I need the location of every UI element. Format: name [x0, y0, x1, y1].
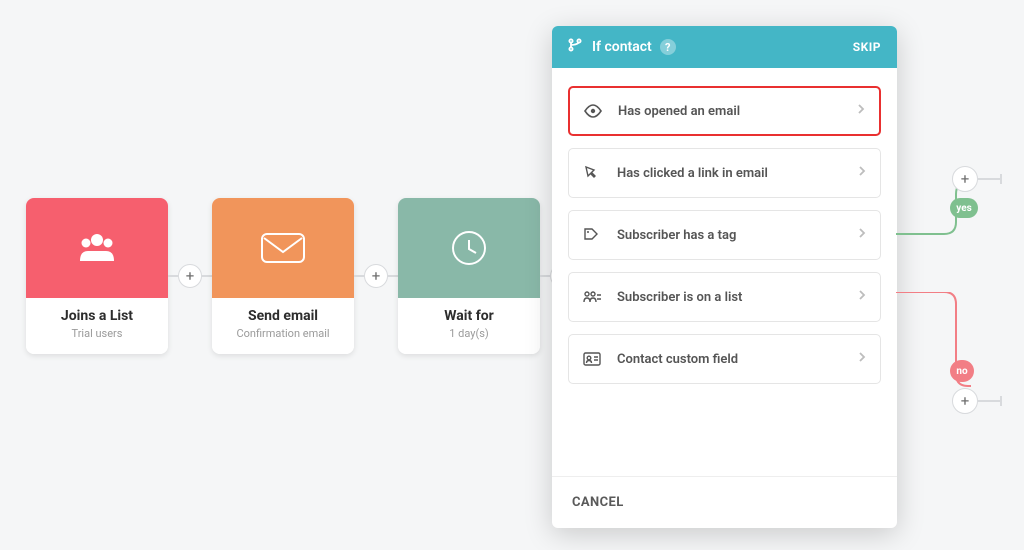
option-subscriber-has-tag[interactable]: Subscriber has a tag — [568, 210, 881, 260]
add-branch-no-button[interactable]: + — [952, 388, 978, 414]
connector: + — [168, 264, 212, 288]
option-label: Subscriber has a tag — [617, 228, 736, 243]
branch-no-badge: no — [950, 360, 974, 382]
condition-modal: If contact ? SKIP Has opened an email — [552, 26, 897, 528]
help-icon[interactable]: ? — [660, 39, 676, 55]
id-card-icon — [583, 352, 607, 366]
chevron-right-icon — [858, 227, 866, 243]
chevron-right-icon — [857, 103, 865, 119]
card-subtitle: Confirmation email — [218, 327, 348, 340]
card-label-area: Send email Confirmation email — [212, 298, 354, 354]
cursor-click-icon — [583, 165, 607, 181]
add-step-button[interactable]: + — [364, 264, 388, 288]
option-subscriber-on-list[interactable]: Subscriber is on a list — [568, 272, 881, 322]
card-subtitle: 1 day(s) — [404, 327, 534, 340]
option-label: Has opened an email — [618, 104, 740, 119]
cancel-button[interactable]: CANCEL — [572, 495, 624, 510]
modal-body: Has opened an email Has clicked a link i… — [552, 68, 897, 476]
list-users-icon — [583, 290, 607, 304]
branch-yes-badge: yes — [950, 198, 978, 218]
users-icon — [76, 231, 118, 265]
eye-icon — [584, 104, 608, 118]
card-icon-area — [212, 198, 354, 298]
card-icon-area — [26, 198, 168, 298]
clock-icon — [449, 228, 489, 268]
option-label: Has clicked a link in email — [617, 166, 768, 181]
chevron-right-icon — [858, 165, 866, 181]
chevron-right-icon — [858, 351, 866, 367]
option-label: Subscriber is on a list — [617, 290, 742, 305]
card-icon-area — [398, 198, 540, 298]
card-label-area: Joins a List Trial users — [26, 298, 168, 354]
flow-card-send-email[interactable]: Send email Confirmation email — [212, 198, 354, 354]
option-has-clicked-link[interactable]: Has clicked a link in email — [568, 148, 881, 198]
card-title: Send email — [218, 308, 348, 324]
flow-card-joins-list[interactable]: Joins a List Trial users — [26, 198, 168, 354]
card-title: Wait for — [404, 308, 534, 324]
skip-button[interactable]: SKIP — [853, 40, 881, 54]
modal-title: If contact — [592, 39, 652, 55]
connector: + — [354, 264, 398, 288]
card-title: Joins a List — [32, 308, 162, 324]
tag-icon — [583, 227, 607, 243]
option-contact-custom-field[interactable]: Contact custom field — [568, 334, 881, 384]
add-step-button[interactable]: + — [178, 264, 202, 288]
workflow-row: Joins a List Trial users + Send email Co… — [26, 198, 580, 354]
option-label: Contact custom field — [617, 352, 738, 367]
option-has-opened-email[interactable]: Has opened an email — [568, 86, 881, 136]
modal-footer: CANCEL — [552, 476, 897, 528]
card-subtitle: Trial users — [32, 327, 162, 340]
branch-tail — [978, 400, 1000, 402]
chevron-right-icon — [858, 289, 866, 305]
add-branch-yes-button[interactable]: + — [952, 166, 978, 192]
flow-card-wait-for[interactable]: Wait for 1 day(s) — [398, 198, 540, 354]
mail-icon — [260, 232, 306, 264]
modal-header: If contact ? SKIP — [552, 26, 897, 68]
branch-tail — [978, 178, 1000, 180]
card-label-area: Wait for 1 day(s) — [398, 298, 540, 354]
branch-icon — [568, 38, 582, 56]
